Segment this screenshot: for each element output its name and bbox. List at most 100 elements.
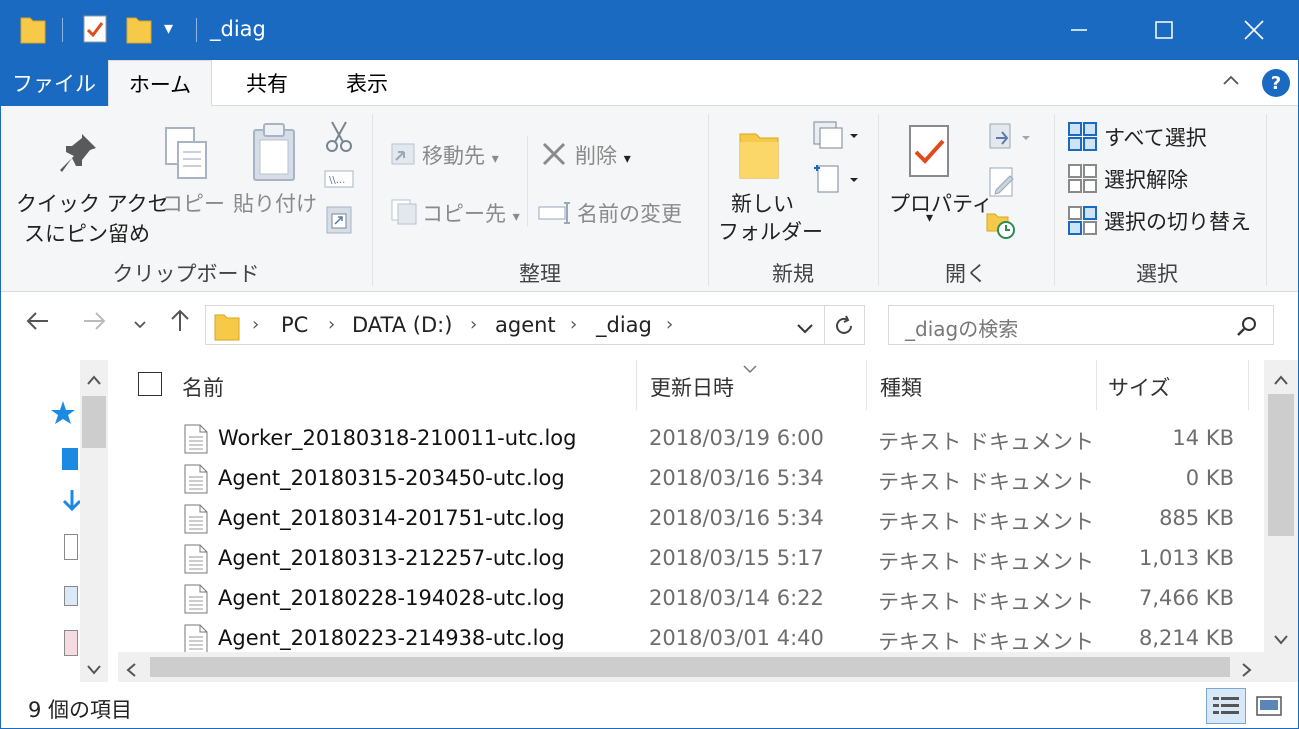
group-label-clipboard: クリップボード xyxy=(112,262,260,286)
customize-quick-access-icon[interactable]: ▾ xyxy=(164,18,173,39)
back-arrow-icon xyxy=(26,312,48,330)
list-item[interactable]: Worker_20180318-210011-utc.log 2018/03/1… xyxy=(130,420,1260,460)
new-folder-label-2[interactable]: フォルダー xyxy=(718,216,823,246)
breadcrumb-separator[interactable]: › xyxy=(252,314,259,335)
new-folder-quick-icon[interactable] xyxy=(126,14,152,44)
edit-icon[interactable] xyxy=(988,166,1018,205)
breadcrumb-separator[interactable]: › xyxy=(666,314,673,335)
invert-selection-button[interactable]: 選択の切り替え xyxy=(1104,206,1251,236)
paste-icon xyxy=(250,122,298,187)
list-item[interactable]: Agent_20180314-201751-utc.log 2018/03/16… xyxy=(130,500,1260,540)
toolbar-separator xyxy=(196,18,197,42)
select-all-icon xyxy=(1068,122,1098,157)
scroll-up-arrow-icon[interactable] xyxy=(1273,368,1289,392)
new-folder-label[interactable]: 新しい xyxy=(731,188,794,218)
pin-to-quick-access-label[interactable]: クイック アクセ xyxy=(16,188,169,218)
item-count: 9 個の項目 xyxy=(28,698,133,722)
file-date: 2018/03/16 5:34 xyxy=(649,466,824,490)
tab-home[interactable]: ホーム xyxy=(108,60,212,107)
group-label-new: 新規 xyxy=(772,262,814,286)
delete-button[interactable]: 削除 ▾ xyxy=(575,140,631,170)
properties-button[interactable]: プロパティ xyxy=(889,188,993,218)
properties-quick-icon[interactable] xyxy=(82,14,108,44)
file-list-vertical-scrollbar[interactable] xyxy=(1264,360,1298,652)
select-none-button[interactable]: 選択解除 xyxy=(1104,164,1188,194)
select-all-checkbox[interactable] xyxy=(138,372,162,396)
tab-file[interactable]: ファイル xyxy=(0,60,108,106)
large-icons-view-button[interactable] xyxy=(1252,690,1286,722)
file-size: 885 KB xyxy=(1159,506,1234,530)
breadcrumb-agent[interactable]: agent xyxy=(495,313,556,337)
rename-button[interactable]: 名前の変更 xyxy=(577,198,682,228)
file-size: 14 KB xyxy=(1172,426,1234,450)
ribbon: クイック アクセ スにピン留め コピー 貼り付け \\... クリップボード 移… xyxy=(0,106,1299,292)
scroll-down-arrow-icon[interactable] xyxy=(86,658,102,682)
file-date: 2018/03/16 5:34 xyxy=(649,506,824,530)
properties-icon xyxy=(908,124,952,185)
details-view-button[interactable] xyxy=(1206,688,1246,724)
column-header-name[interactable]: 名前 xyxy=(182,360,632,410)
collapse-ribbon-icon[interactable] xyxy=(1220,70,1242,97)
copy-button[interactable]: コピー xyxy=(162,188,225,218)
search-icon[interactable] xyxy=(1235,314,1259,343)
new-item-icon[interactable] xyxy=(812,120,860,155)
search-input[interactable]: _diagの検索 xyxy=(905,313,1018,342)
list-item[interactable]: Agent_20180228-194028-utc.log 2018/03/14… xyxy=(130,580,1260,620)
text-file-icon xyxy=(184,464,208,499)
copy-path-icon[interactable]: \\... xyxy=(324,170,354,195)
breadcrumb-drive[interactable]: DATA (D:) xyxy=(352,313,452,337)
paste-shortcut-icon[interactable] xyxy=(326,204,352,239)
invert-selection-icon xyxy=(1068,206,1098,241)
scroll-up-arrow-icon[interactable] xyxy=(86,368,102,392)
breadcrumb-separator[interactable]: › xyxy=(328,314,335,335)
column-separator[interactable] xyxy=(636,360,637,410)
open-icon[interactable] xyxy=(988,122,1032,157)
close-button[interactable] xyxy=(1210,0,1298,60)
paste-button[interactable]: 貼り付け xyxy=(233,188,317,218)
refresh-icon[interactable] xyxy=(832,314,856,343)
copy-to-button[interactable]: コピー先 ▾ xyxy=(422,198,520,228)
column-separator[interactable] xyxy=(1096,360,1097,410)
ribbon-tabs: ファイル ホーム 共有 表示 ? xyxy=(0,60,1299,107)
back-button[interactable] xyxy=(24,307,52,341)
list-item[interactable]: Agent_20180313-212257-utc.log 2018/03/15… xyxy=(130,540,1260,580)
column-header-size[interactable]: サイズ xyxy=(1108,360,1248,410)
breadcrumb-pc[interactable]: PC xyxy=(281,313,308,337)
list-item[interactable]: Agent_20180223-214938-utc.log 2018/03/01… xyxy=(130,620,1260,652)
maximize-button[interactable] xyxy=(1120,0,1208,60)
history-icon[interactable] xyxy=(986,208,1018,245)
tab-view[interactable]: 表示 xyxy=(322,60,412,106)
scroll-thumb[interactable] xyxy=(1268,394,1294,536)
search-box[interactable]: _diagの検索 xyxy=(888,305,1274,345)
select-all-button[interactable]: すべて選択 xyxy=(1104,122,1207,152)
file-name: Agent_20180228-194028-utc.log xyxy=(218,586,565,610)
properties-dropdown-icon[interactable]: ▾ xyxy=(926,210,933,226)
forward-button[interactable] xyxy=(80,307,108,341)
scroll-right-arrow-icon[interactable] xyxy=(1240,659,1254,683)
column-header-type[interactable]: 種類 xyxy=(880,360,1090,410)
address-bar[interactable]: › PC › DATA (D:) › agent › _diag › xyxy=(205,305,865,345)
column-header-date[interactable]: 更新日時 xyxy=(650,360,860,410)
cut-icon[interactable] xyxy=(324,120,354,159)
up-button[interactable] xyxy=(166,307,194,341)
column-separator[interactable] xyxy=(1248,360,1249,410)
recent-locations-button[interactable] xyxy=(132,311,148,339)
pin-to-quick-access-label-2[interactable]: スにピン留め xyxy=(24,218,150,248)
easy-access-icon[interactable] xyxy=(812,162,860,201)
help-icon[interactable]: ? xyxy=(1262,69,1290,97)
breadcrumb-separator[interactable]: › xyxy=(570,314,577,335)
scroll-thumb[interactable] xyxy=(150,657,1230,677)
scroll-down-arrow-icon[interactable] xyxy=(1273,628,1289,652)
breadcrumb-separator[interactable]: › xyxy=(470,314,477,335)
scroll-left-arrow-icon[interactable] xyxy=(124,659,138,683)
address-dropdown-icon[interactable] xyxy=(796,318,814,342)
file-list-horizontal-scrollbar[interactable] xyxy=(118,652,1264,682)
move-to-button[interactable]: 移動先 ▾ xyxy=(422,140,499,170)
tab-share[interactable]: 共有 xyxy=(222,60,312,106)
minimize-button[interactable] xyxy=(1035,0,1123,60)
maximize-icon xyxy=(1155,21,1173,39)
window-title: _diag xyxy=(210,17,266,41)
list-item[interactable]: Agent_20180315-203450-utc.log 2018/03/16… xyxy=(130,460,1260,500)
column-separator[interactable] xyxy=(866,360,867,410)
breadcrumb-diag[interactable]: _diag xyxy=(596,313,652,337)
